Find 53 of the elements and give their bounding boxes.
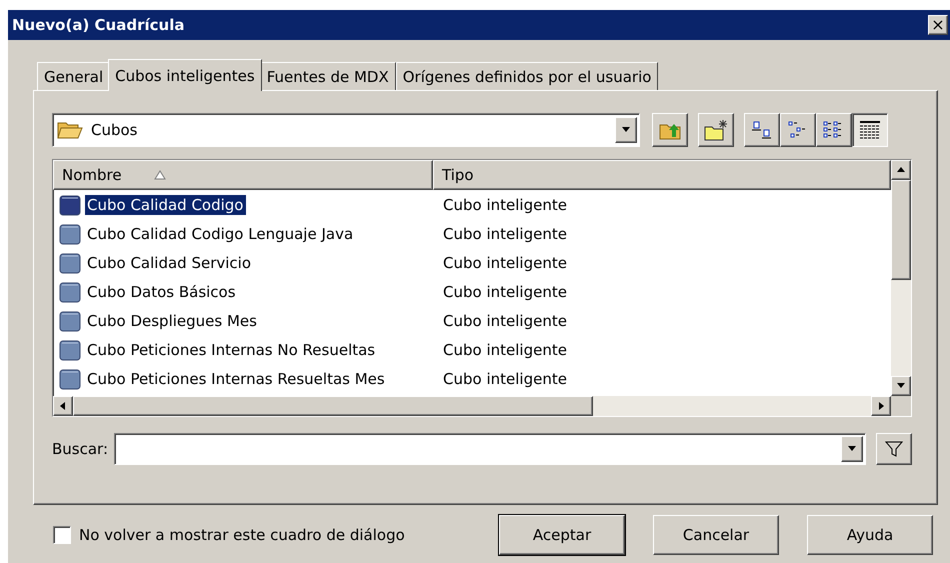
list-item[interactable]: Cubo Datos Básicos	[85, 282, 238, 302]
dialog-button[interactable]: Cancelar	[653, 515, 779, 555]
checkbox-label: No volver a mostrar este cuadro de diálogo	[79, 526, 405, 544]
details-view-icon	[858, 119, 882, 141]
type-cell-text: Cubo inteligente	[442, 224, 567, 242]
dropdown-button[interactable]	[615, 117, 637, 143]
view-button[interactable]	[852, 113, 888, 147]
filter-button[interactable]	[876, 433, 912, 465]
type-cell-text: Cubo inteligente	[442, 196, 567, 214]
type-cell-text: Cubo inteligente	[442, 282, 567, 300]
search-field[interactable]	[114, 433, 866, 465]
tab[interactable]: Orígenes definidos por el usuario	[396, 62, 658, 90]
list-item[interactable]: Cubo Peticiones Internas No Resueltas	[85, 340, 378, 360]
cube-icon	[59, 280, 81, 302]
location-dropdown[interactable]: Cubos	[52, 113, 640, 147]
sort-arrow-icon	[154, 170, 166, 180]
cube-icon	[59, 368, 81, 390]
toolbar-button[interactable]	[652, 113, 688, 147]
tab[interactable]: General	[37, 62, 110, 90]
vertical-scrollbar[interactable]	[891, 160, 911, 396]
folder-icon	[57, 120, 83, 140]
dialog-button[interactable]: Aceptar	[499, 515, 625, 555]
window-title: Nuevo(a) Cuadrícula	[12, 16, 184, 34]
cube-icon	[59, 222, 81, 244]
dropdown-button[interactable]	[841, 436, 863, 462]
tab[interactable]: Cubos inteligentes	[108, 59, 262, 91]
filter-icon	[885, 440, 903, 458]
cube-icon	[59, 194, 81, 216]
cube-icon	[59, 338, 81, 360]
scrollbar-corner	[891, 396, 911, 416]
location-value: Cubos	[91, 121, 138, 139]
type-cell-text: Cubo inteligente	[442, 340, 567, 358]
column-header[interactable]: Tipo	[433, 160, 891, 190]
large-icons-view-icon	[750, 119, 774, 141]
list-item[interactable]: Cubo Despliegues Mes	[85, 310, 259, 330]
checkbox[interactable]	[53, 526, 71, 544]
tab[interactable]: Fuentes de MDX	[260, 62, 396, 90]
type-cell-text: Cubo inteligente	[442, 254, 567, 272]
column-header[interactable]: Nombre	[53, 160, 433, 190]
search-label: Buscar:	[52, 440, 108, 458]
list-item[interactable]: Cubo Peticiones Internas Resueltas Mes	[85, 368, 387, 388]
close-button[interactable]: ×	[928, 15, 948, 35]
list-item[interactable]: Cubo Calidad Codigo Lenguaje Java	[85, 224, 356, 244]
list-item[interactable]: Cubo Calidad Codigo	[85, 194, 246, 214]
cube-icon	[59, 252, 81, 274]
toolbar-button[interactable]	[698, 113, 734, 147]
type-cell-text: Cubo inteligente	[442, 312, 567, 330]
new-folder-icon	[703, 118, 729, 142]
horizontal-scrollbar[interactable]	[53, 396, 891, 416]
dialog-button[interactable]: Ayuda	[807, 515, 933, 555]
type-cell-text: Cubo inteligente	[442, 370, 567, 388]
cube-icon	[59, 310, 81, 332]
list-item[interactable]: Cubo Calidad Servicio	[85, 252, 254, 272]
